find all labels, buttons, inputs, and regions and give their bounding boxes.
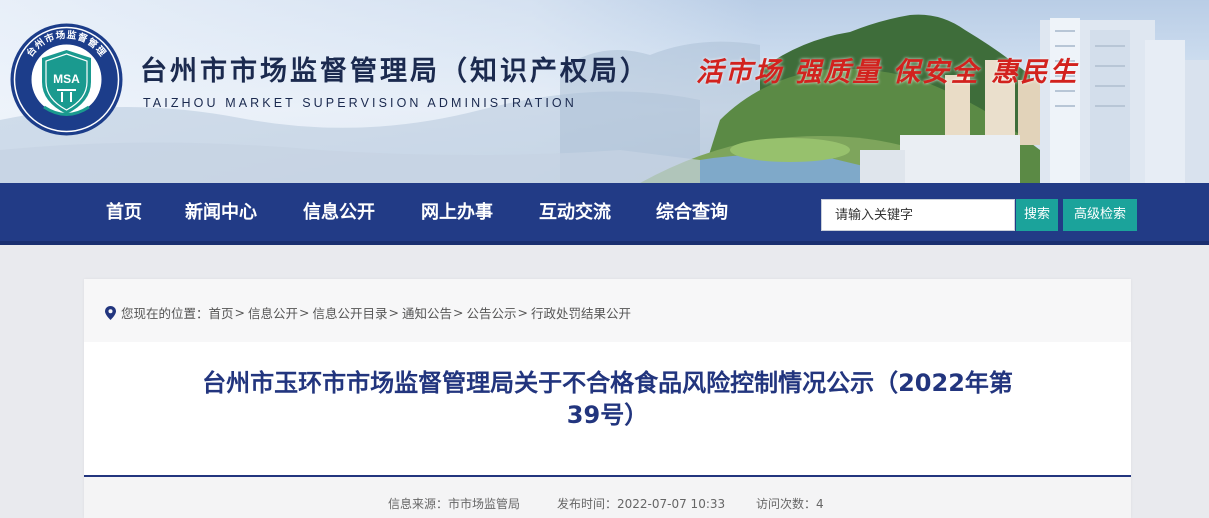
article-publish-time: 发布时间：2022-07-07 10:33 — [557, 497, 726, 511]
banner-cityscape-image — [0, 14, 1209, 183]
site-banner: MSA 台州市场监督管理 台州市市场监督管理局（知识产权局） TAIZHOU M… — [0, 0, 1209, 183]
msa-logo: MSA 台州市场监督管理 — [10, 23, 123, 136]
nav-item-news-center[interactable]: 新闻中心 — [185, 183, 257, 241]
breadcrumb: 您现在的位置： 首页 > 信息公开 > 信息公开目录 > 通知公告 > 公告公示 > 行政… — [105, 303, 631, 322]
breadcrumb-bar: 您现在的位置： 首页 > 信息公开 > 信息公开目录 > 通知公告 > 公告公示 > 行政… — [84, 279, 1131, 342]
article-card: 您现在的位置： 首页 > 信息公开 > 信息公开目录 > 通知公告 > 公告公示 > 行政… — [84, 279, 1131, 518]
article-view-count: 访问次数：4 — [756, 497, 824, 511]
breadcrumb-info-catalog[interactable]: 信息公开目录 — [313, 303, 388, 322]
article-title-line-1: 台州市玉环市市场监督管理局关于不合格食品风险控制情况公示（2022年第 — [202, 369, 1013, 397]
nav-item-info-disclosure[interactable]: 信息公开 — [303, 183, 375, 241]
main-nav: 首页 新闻中心 信息公开 网上办事 互动交流 综合查询 搜索 高级检索 — [0, 183, 1209, 245]
nav-item-home[interactable]: 首页 — [106, 183, 142, 241]
nav-item-query[interactable]: 综合查询 — [656, 183, 728, 241]
breadcrumb-penalty-results[interactable]: 行政处罚结果公开 — [531, 303, 631, 322]
article-title: 台州市玉环市市场监督管理局关于不合格食品风险控制情况公示（2022年第 39号） — [104, 367, 1111, 431]
breadcrumb-home[interactable]: 首页 — [209, 303, 234, 322]
article-title-line-2: 39号） — [566, 401, 649, 429]
logo-msa-text: MSA — [53, 72, 80, 86]
advanced-search-button[interactable]: 高级检索 — [1063, 199, 1137, 231]
breadcrumb-prefix: 您现在的位置： — [121, 306, 209, 321]
site-title: 台州市市场监督管理局（知识产权局） — [140, 56, 650, 87]
search-button[interactable]: 搜索 — [1016, 199, 1058, 231]
site-slogan: 活市场 强质量 保安全 惠民生 — [696, 57, 1079, 88]
nav-item-online-services[interactable]: 网上办事 — [421, 183, 493, 241]
breadcrumb-notices[interactable]: 通知公告 — [402, 303, 452, 322]
breadcrumb-announcements[interactable]: 公告公示 — [467, 303, 517, 322]
article-source: 信息来源：市市场监管局 — [388, 497, 521, 511]
breadcrumb-info-disclosure[interactable]: 信息公开 — [248, 303, 298, 322]
site-subtitle: TAIZHOU MARKET SUPERVISION ADMINISTRATIO… — [143, 96, 577, 110]
nav-item-interaction[interactable]: 互动交流 — [539, 183, 611, 241]
search-input[interactable] — [821, 199, 1015, 231]
location-pin-icon — [105, 305, 116, 320]
